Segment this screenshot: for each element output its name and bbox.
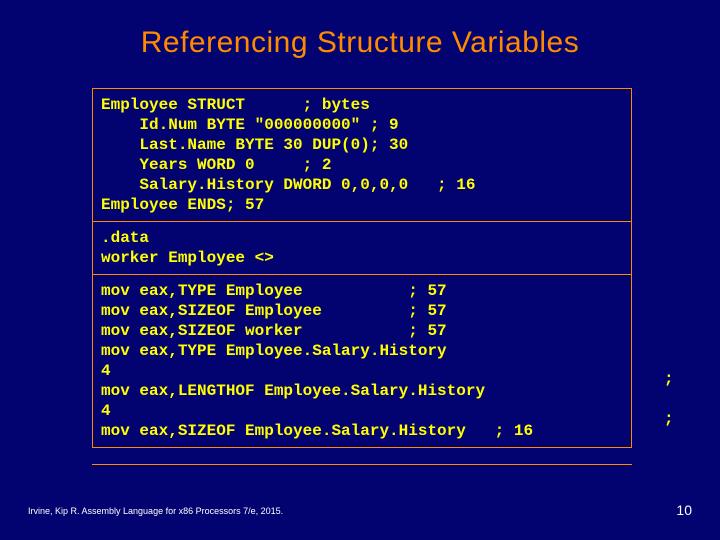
footer-citation: Irvine, Kip R. Assembly Language for x86… [28, 506, 283, 516]
overflow-semicolon-2: ; [664, 410, 674, 428]
code-struct-decl: Employee STRUCT ; bytes Id.Num BYTE "000… [93, 89, 631, 221]
code-box: Employee STRUCT ; bytes Id.Num BYTE "000… [92, 88, 632, 448]
bottom-rule [92, 464, 632, 465]
page-number: 10 [676, 502, 692, 518]
overflow-semicolon-1: ; [664, 370, 674, 388]
code-instructions: mov eax,TYPE Employee ; 57 mov eax,SIZEO… [93, 275, 631, 447]
slide-title: Referencing Structure Variables [0, 26, 720, 60]
code-data-seg: .data worker Employee <> [93, 222, 631, 274]
